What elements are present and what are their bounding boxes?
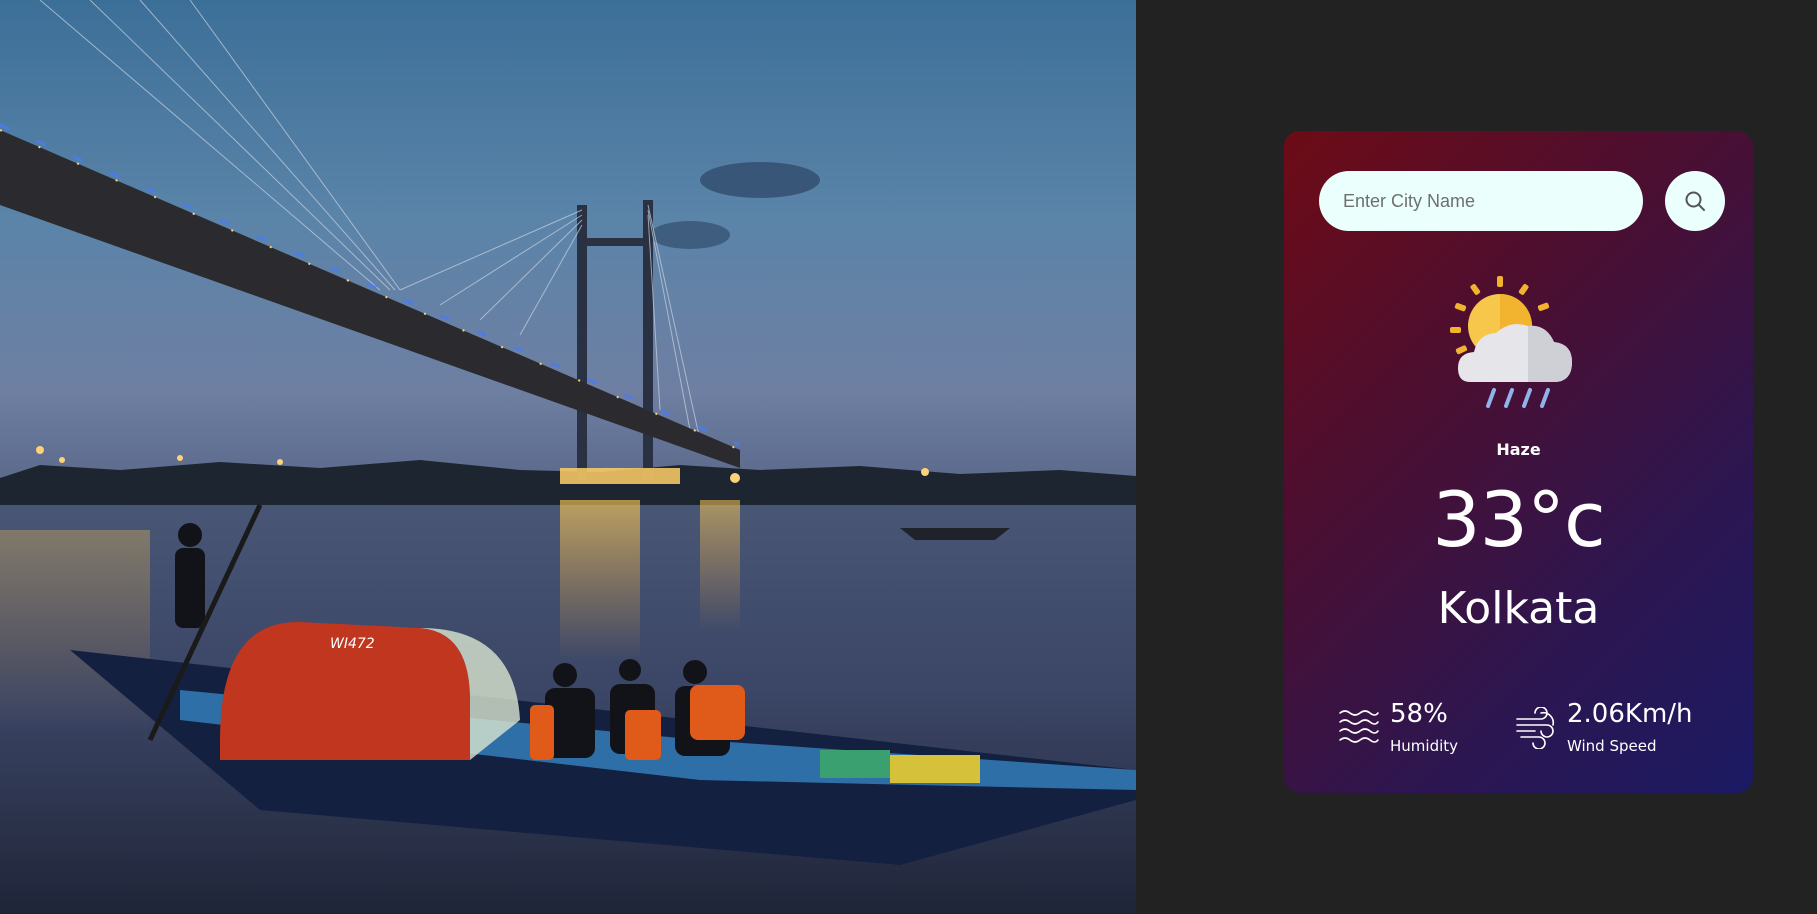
humidity-label: Humidity bbox=[1390, 737, 1459, 755]
search-bar bbox=[1319, 171, 1725, 231]
temperature: 33°c bbox=[1432, 475, 1606, 564]
weather-card: Haze 33°c Kolkata 58% Humidity bbox=[1284, 131, 1753, 793]
city-search-input[interactable] bbox=[1319, 171, 1643, 231]
weather-details: 58% Humidity 2.06Km/h Wind Speed bbox=[1284, 689, 1753, 759]
humidity-waves-icon bbox=[1339, 710, 1379, 743]
wind-icon bbox=[1516, 707, 1555, 749]
wind-value: 2.06Km/h bbox=[1567, 699, 1693, 729]
search-icon bbox=[1685, 191, 1705, 211]
background-photo: WI472 bbox=[0, 0, 1136, 914]
humidity-value: 58% bbox=[1390, 699, 1448, 729]
search-button[interactable] bbox=[1665, 171, 1725, 231]
wind-label: Wind Speed bbox=[1567, 737, 1657, 755]
sun-cloud-rain-icon bbox=[1450, 276, 1572, 408]
city-name: Kolkata bbox=[1437, 583, 1600, 634]
boat-label: WI472 bbox=[330, 636, 375, 652]
weather-condition: Haze bbox=[1496, 440, 1541, 459]
